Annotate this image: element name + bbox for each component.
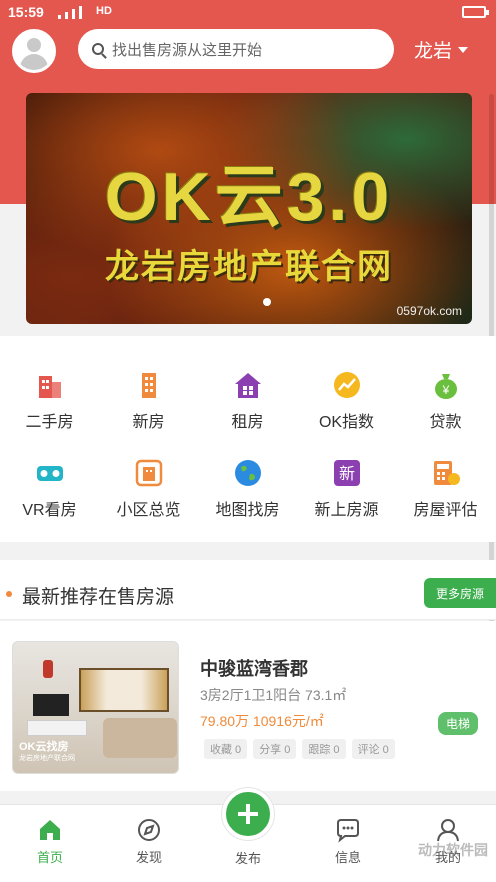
community-icon — [134, 458, 164, 488]
menu-item-label: 小区总览 — [116, 502, 181, 519]
menu-item-2[interactable]: 租房 — [198, 370, 297, 432]
menu-item-label: 地图找房 — [215, 502, 280, 519]
publish-button[interactable] — [222, 788, 274, 840]
menu-item-label: 新房 — [132, 414, 165, 431]
listing-photo[interactable]: OK云找房 龙岩房地产联合网 — [12, 641, 179, 774]
menu-item-1[interactable]: 新房 — [99, 370, 198, 432]
tab-discover[interactable]: 发现 — [119, 817, 179, 866]
money-bag-icon: ¥ — [431, 370, 461, 400]
menu-item-8[interactable]: 新新上房源 — [297, 458, 396, 520]
compass-icon — [136, 817, 162, 843]
home-icon — [37, 817, 63, 843]
city-selector[interactable]: 龙岩 — [414, 36, 469, 63]
search-input[interactable]: 找出售房源从这里开始 — [78, 29, 394, 69]
menu-item-9[interactable]: 房屋评估 — [396, 458, 495, 520]
section-header: 最新推荐在售房源 更多房源 — [0, 560, 496, 620]
search-icon — [92, 43, 104, 55]
status-time: 15:59 — [8, 4, 44, 20]
listing-spec: 3房2厅1卫1阳台 73.1㎡ — [200, 687, 347, 703]
chat-icon — [335, 817, 361, 843]
svg-text:¥: ¥ — [441, 383, 449, 397]
menu-item-label: OK指数 — [318, 414, 375, 431]
building-icon — [35, 370, 65, 400]
listing-price: 79.80万 10916元/㎡ — [200, 713, 324, 729]
section-title: 最新推荐在售房源 — [22, 587, 175, 608]
listing-card[interactable]: OK云找房 龙岩房地产联合网 中骏蓝湾香郡 3房2厅1卫1阳台 73.1㎡ 79… — [0, 621, 496, 791]
svg-text:新: 新 — [338, 464, 354, 483]
menu-item-label: 贷款 — [429, 414, 462, 431]
calculator-icon — [431, 458, 461, 488]
new-badge-icon: 新 — [332, 458, 362, 488]
status-bar: 15:59 HD — [0, 0, 496, 26]
stat-tracking: 跟踪 0 — [302, 739, 346, 759]
carousel-indicator[interactable] — [263, 298, 271, 306]
stat-favorites: 收藏 0 — [204, 739, 248, 759]
banner-subtitle: 龙岩房地产联合网 — [105, 248, 393, 286]
signal-icon — [58, 6, 82, 19]
feature-menu: 二手房 新房 租房 OK指数 ¥ 贷款 VR看房 小区总览 地图找房新新上房源 房屋评估 — [0, 336, 496, 542]
menu-item-label: 新上房源 — [314, 502, 379, 519]
elevator-tag: 电梯 — [438, 712, 479, 735]
menu-item-5[interactable]: VR看房 — [0, 458, 99, 520]
tab-messages[interactable]: 信息 — [318, 817, 378, 866]
tower-icon — [134, 370, 164, 400]
caret-down-icon — [458, 46, 469, 53]
network-indicator: HD — [96, 5, 112, 17]
publish-label: 发布 — [234, 851, 261, 866]
stat-comments: 评论 0 — [351, 739, 395, 759]
listing-name: 中骏蓝湾香郡 — [200, 659, 308, 679]
banner-title: OK云3.0 — [104, 159, 394, 235]
watermark-brand: 动力软件园 — [418, 842, 488, 858]
photo-logo: OK云找房 龙岩房地产联合网 — [19, 741, 75, 762]
tab-home[interactable]: 首页 — [20, 817, 80, 866]
menu-item-3[interactable]: OK指数 — [297, 370, 396, 432]
section-bullet — [6, 591, 12, 597]
menu-item-6[interactable]: 小区总览 — [99, 458, 198, 520]
chart-icon — [332, 370, 362, 400]
menu-item-label: 二手房 — [25, 414, 74, 431]
stat-shares: 分享 0 — [253, 739, 297, 759]
menu-item-4[interactable]: ¥ 贷款 — [396, 370, 495, 432]
menu-item-0[interactable]: 二手房 — [0, 370, 99, 432]
menu-item-7[interactable]: 地图找房 — [198, 458, 297, 520]
banner-watermark: 0597ok.com — [396, 304, 462, 318]
avatar[interactable] — [12, 29, 56, 73]
more-listings-button[interactable]: 更多房源 — [424, 578, 496, 608]
city-label: 龙岩 — [414, 41, 453, 62]
globe-icon — [233, 458, 263, 488]
menu-item-label: 房屋评估 — [413, 502, 478, 519]
promo-banner[interactable]: OK云3.0 龙岩房地产联合网 0597ok.com — [26, 93, 472, 324]
house-icon — [233, 370, 263, 400]
listing-stats: 收藏 0 分享 0 跟踪 0 评论 0 — [204, 739, 395, 759]
menu-item-label: VR看房 — [22, 502, 77, 519]
search-placeholder: 找出售房源从这里开始 — [112, 41, 263, 59]
menu-item-label: 租房 — [231, 414, 264, 431]
battery-icon — [462, 6, 489, 18]
vr-icon — [35, 458, 65, 488]
